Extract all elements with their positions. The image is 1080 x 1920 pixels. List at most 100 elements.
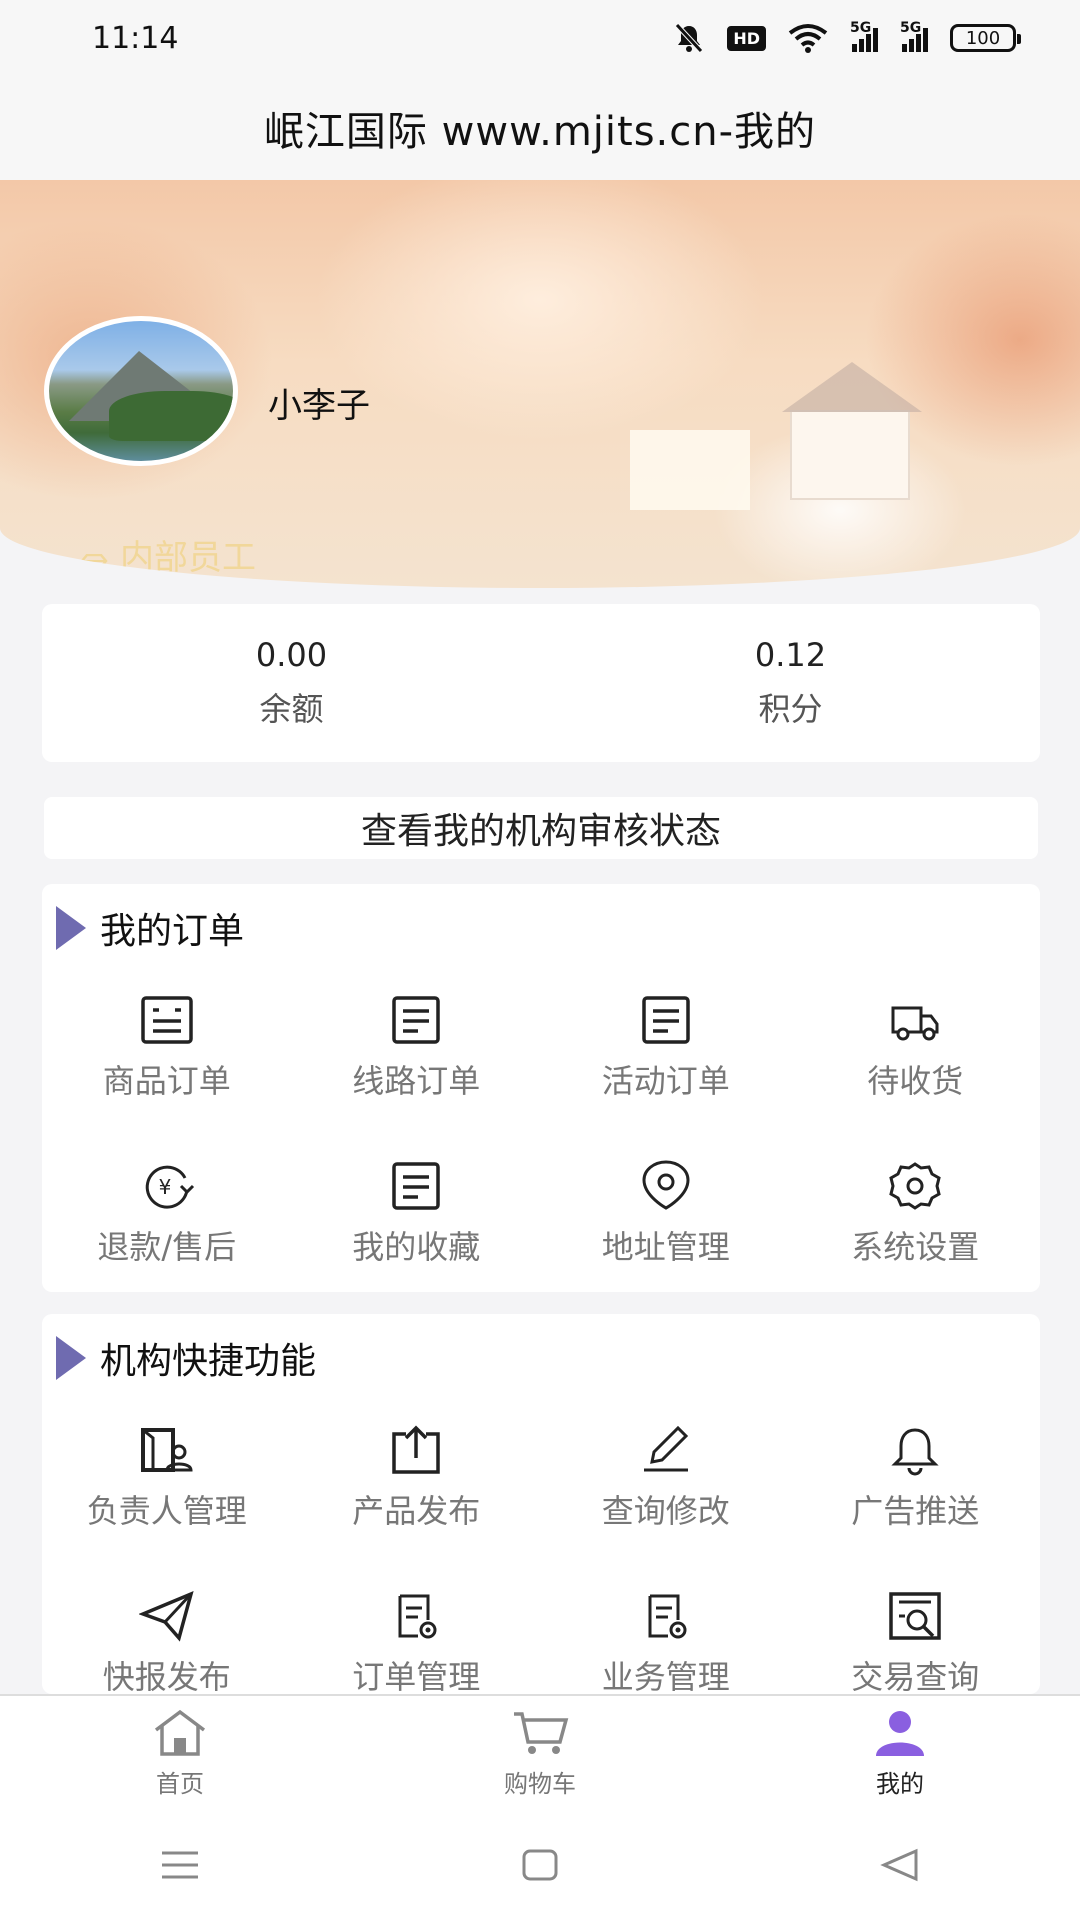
status-time: 11:14	[92, 20, 179, 56]
bell-icon	[891, 1428, 939, 1476]
route-order-icon	[392, 996, 440, 1044]
gear-icon	[889, 1162, 941, 1210]
manager-icon	[140, 1428, 193, 1472]
org-shortcuts-section: 机构快捷功能 负责人管理 产品发布 查询修改 广告推送 快报发布 订单管理 业务…	[42, 1314, 1040, 1694]
favorites-button[interactable]: 我的收藏	[292, 1160, 542, 1290]
section-marker-icon	[56, 906, 86, 950]
home-icon	[154, 1709, 206, 1756]
favorites-icon	[392, 1162, 440, 1210]
order-manage-button[interactable]: 订单管理	[292, 1590, 542, 1694]
section-title: 我的订单	[100, 911, 245, 952]
diamond-icon	[80, 545, 108, 577]
product-order-icon	[141, 996, 193, 1044]
cell-label: 系统设置	[851, 1228, 980, 1266]
business-manage-icon	[648, 1594, 687, 1639]
wifi-icon	[788, 23, 828, 53]
menu-icon[interactable]	[158, 1847, 202, 1883]
user-icon	[876, 1710, 924, 1756]
nav-home[interactable]: 首页	[0, 1696, 360, 1810]
signal-5g-icon: 5G	[850, 20, 878, 52]
cell-label: 退款/售后	[97, 1228, 237, 1266]
cell-label: 产品发布	[352, 1492, 481, 1530]
edit-icon	[643, 1425, 688, 1472]
cell-label: 地址管理	[601, 1228, 730, 1266]
refund-icon: ¥	[145, 1165, 194, 1209]
balance-card: 0.00 余额 0.12 积分	[42, 604, 1040, 762]
send-icon	[138, 1591, 194, 1642]
staff-badge-label: 内部员工	[120, 538, 256, 578]
news-publish-button[interactable]: 快报发布	[42, 1590, 292, 1694]
page-title: 岷江国际 www.mjits.cn-我的	[263, 109, 817, 155]
search-doc-icon	[889, 1592, 941, 1640]
nav-label: 我的	[876, 1769, 924, 1798]
balance-label: 余额	[259, 690, 324, 728]
banner-decoration	[630, 430, 750, 510]
signal-5g-icon-2: 5G	[900, 20, 928, 52]
points-value: 0.12	[754, 636, 827, 674]
user-name: 小李子	[268, 386, 370, 426]
address-button[interactable]: 地址管理	[541, 1160, 791, 1290]
cell-label: 负责人管理	[86, 1492, 247, 1530]
cell-label: 活动订单	[601, 1062, 730, 1100]
product-order-button[interactable]: 商品订单	[42, 994, 292, 1124]
bottom-nav: 首页 购物车 我的	[0, 1694, 1080, 1810]
nav-label: 首页	[156, 1769, 204, 1798]
org-section-header: 机构快捷功能	[56, 1332, 316, 1384]
transaction-query-button[interactable]: 交易查询	[791, 1590, 1041, 1694]
balance-value: 0.00	[255, 636, 328, 674]
nav-mine[interactable]: 我的	[720, 1696, 1080, 1810]
staff-badge: 内部员工	[80, 530, 256, 579]
orders-section-header: 我的订单	[56, 902, 244, 954]
orders-grid: 商品订单 线路订单 活动订单 待收货 ¥ 退款/售后 我的收藏 地址管理 系统设	[42, 994, 1040, 1290]
avatar[interactable]	[44, 316, 238, 466]
ad-push-button[interactable]: 广告推送	[791, 1424, 1041, 1554]
route-order-button[interactable]: 线路订单	[292, 994, 542, 1124]
cell-label: 交易查询	[851, 1658, 980, 1694]
pending-receipt-button[interactable]: 待收货	[791, 994, 1041, 1124]
back-icon[interactable]	[878, 1847, 922, 1883]
cell-label: 订单管理	[352, 1658, 481, 1694]
activity-order-icon	[642, 996, 690, 1044]
balance-item[interactable]: 0.00 余额	[42, 604, 541, 762]
svg-text:¥: ¥	[158, 1175, 171, 1199]
points-label: 积分	[758, 690, 823, 728]
hd-icon: HD	[727, 25, 766, 51]
battery-icon: 100	[950, 24, 1021, 52]
cell-label: 业务管理	[601, 1658, 730, 1694]
order-manage-icon	[398, 1594, 437, 1639]
home-square-icon[interactable]	[518, 1847, 562, 1883]
cell-label: 我的收藏	[352, 1228, 481, 1266]
truck-icon	[891, 1006, 939, 1041]
orders-section: 我的订单 商品订单 线路订单 活动订单 待收货 ¥ 退款/售后 我的收藏 地址管…	[42, 884, 1040, 1292]
nav-label: 购物车	[504, 1769, 576, 1798]
points-item[interactable]: 0.12 积分	[541, 604, 1040, 762]
refund-button[interactable]: ¥ 退款/售后	[42, 1160, 292, 1290]
cell-label: 查询修改	[601, 1492, 730, 1530]
cell-label: 线路订单	[352, 1062, 481, 1100]
cart-icon	[514, 1711, 569, 1754]
app-header: 岷江国际 www.mjits.cn-我的	[0, 76, 1080, 180]
profile-banner: 小李子 内部员工	[0, 180, 1080, 588]
banner-house-decoration	[782, 362, 922, 500]
manager-button[interactable]: 负责人管理	[42, 1424, 292, 1554]
cell-label: 广告推送	[851, 1492, 980, 1530]
system-nav-bar	[0, 1810, 1080, 1920]
section-title: 机构快捷功能	[100, 1341, 317, 1382]
mute-icon	[673, 23, 705, 53]
product-publish-button[interactable]: 产品发布	[292, 1424, 542, 1554]
section-marker-icon	[56, 1336, 86, 1380]
cell-label: 商品订单	[102, 1062, 231, 1100]
settings-button[interactable]: 系统设置	[791, 1160, 1041, 1290]
status-icons: HD 5G 5G 100	[673, 20, 1021, 53]
activity-order-button[interactable]: 活动订单	[541, 994, 791, 1124]
cell-label: 待收货	[867, 1062, 964, 1100]
review-status-button[interactable]: 查看我的机构审核状态	[44, 797, 1038, 859]
query-edit-button[interactable]: 查询修改	[541, 1424, 791, 1554]
org-grid: 负责人管理 产品发布 查询修改 广告推送 快报发布 订单管理 业务管理 交易查询	[42, 1424, 1040, 1694]
upload-icon	[392, 1425, 440, 1474]
business-manage-button[interactable]: 业务管理	[541, 1590, 791, 1694]
status-bar: 11:14 HD 5G 5G 100	[0, 0, 1080, 76]
nav-cart[interactable]: 购物车	[360, 1696, 720, 1810]
location-icon	[642, 1160, 690, 1210]
cell-label: 快报发布	[102, 1658, 231, 1694]
